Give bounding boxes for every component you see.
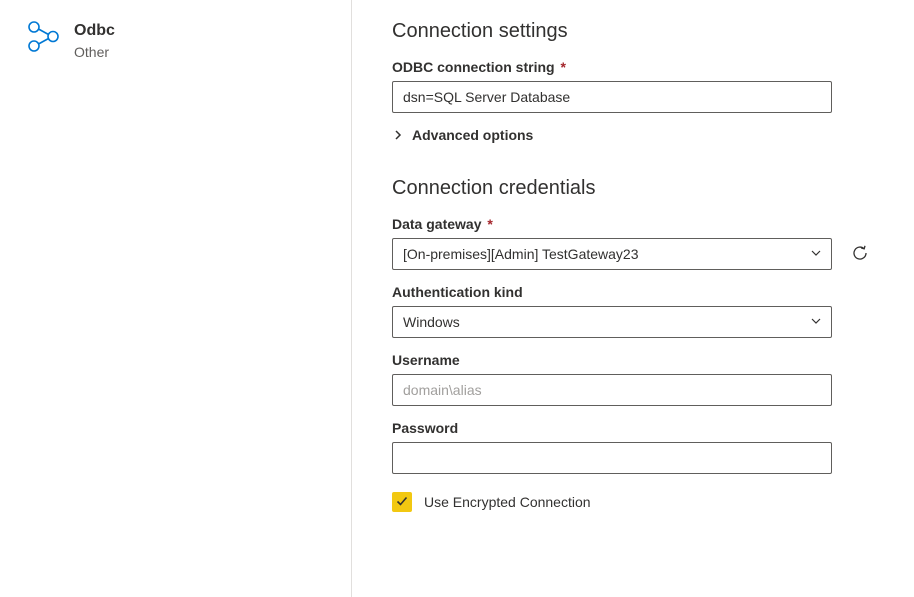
password-input[interactable] [392, 442, 832, 474]
gateway-label: Data gateway * [392, 216, 874, 232]
password-field: Password [392, 420, 874, 474]
connection-credentials-heading: Connection credentials [392, 177, 874, 200]
advanced-options-toggle[interactable]: Advanced options [392, 127, 874, 143]
required-mark: * [560, 59, 565, 75]
encrypted-checkbox[interactable] [392, 492, 412, 512]
connector-sidebar: Odbc Other [0, 0, 352, 597]
auth-kind-label: Authentication kind [392, 284, 874, 300]
refresh-icon [850, 243, 870, 266]
odbc-icon [28, 20, 60, 63]
advanced-options-label: Advanced options [412, 127, 533, 143]
username-input[interactable] [392, 374, 832, 406]
username-label: Username [392, 352, 874, 368]
connector-title: Odbc [74, 20, 115, 42]
auth-kind-select[interactable]: Windows [392, 306, 832, 338]
username-field: Username [392, 352, 874, 406]
auth-kind-field: Authentication kind Windows [392, 284, 874, 338]
connection-string-field: ODBC connection string * [392, 59, 874, 113]
required-mark: * [487, 216, 492, 232]
gateway-field: Data gateway * [On-premises][Admin] Test… [392, 216, 874, 270]
connector-subtitle: Other [74, 42, 115, 62]
connection-string-input[interactable] [392, 81, 832, 113]
refresh-gateway-button[interactable] [846, 239, 874, 270]
chevron-right-icon [392, 129, 404, 141]
connection-settings-heading: Connection settings [392, 20, 874, 43]
connection-string-label: ODBC connection string * [392, 59, 874, 75]
encrypted-connection-row: Use Encrypted Connection [392, 492, 874, 512]
gateway-select[interactable]: [On-premises][Admin] TestGateway23 [392, 238, 832, 270]
password-label: Password [392, 420, 874, 436]
main-panel: Connection settings ODBC connection stri… [352, 0, 914, 597]
checkmark-icon [395, 494, 409, 511]
encrypted-checkbox-label: Use Encrypted Connection [424, 494, 591, 510]
connector-text: Odbc Other [74, 20, 115, 62]
